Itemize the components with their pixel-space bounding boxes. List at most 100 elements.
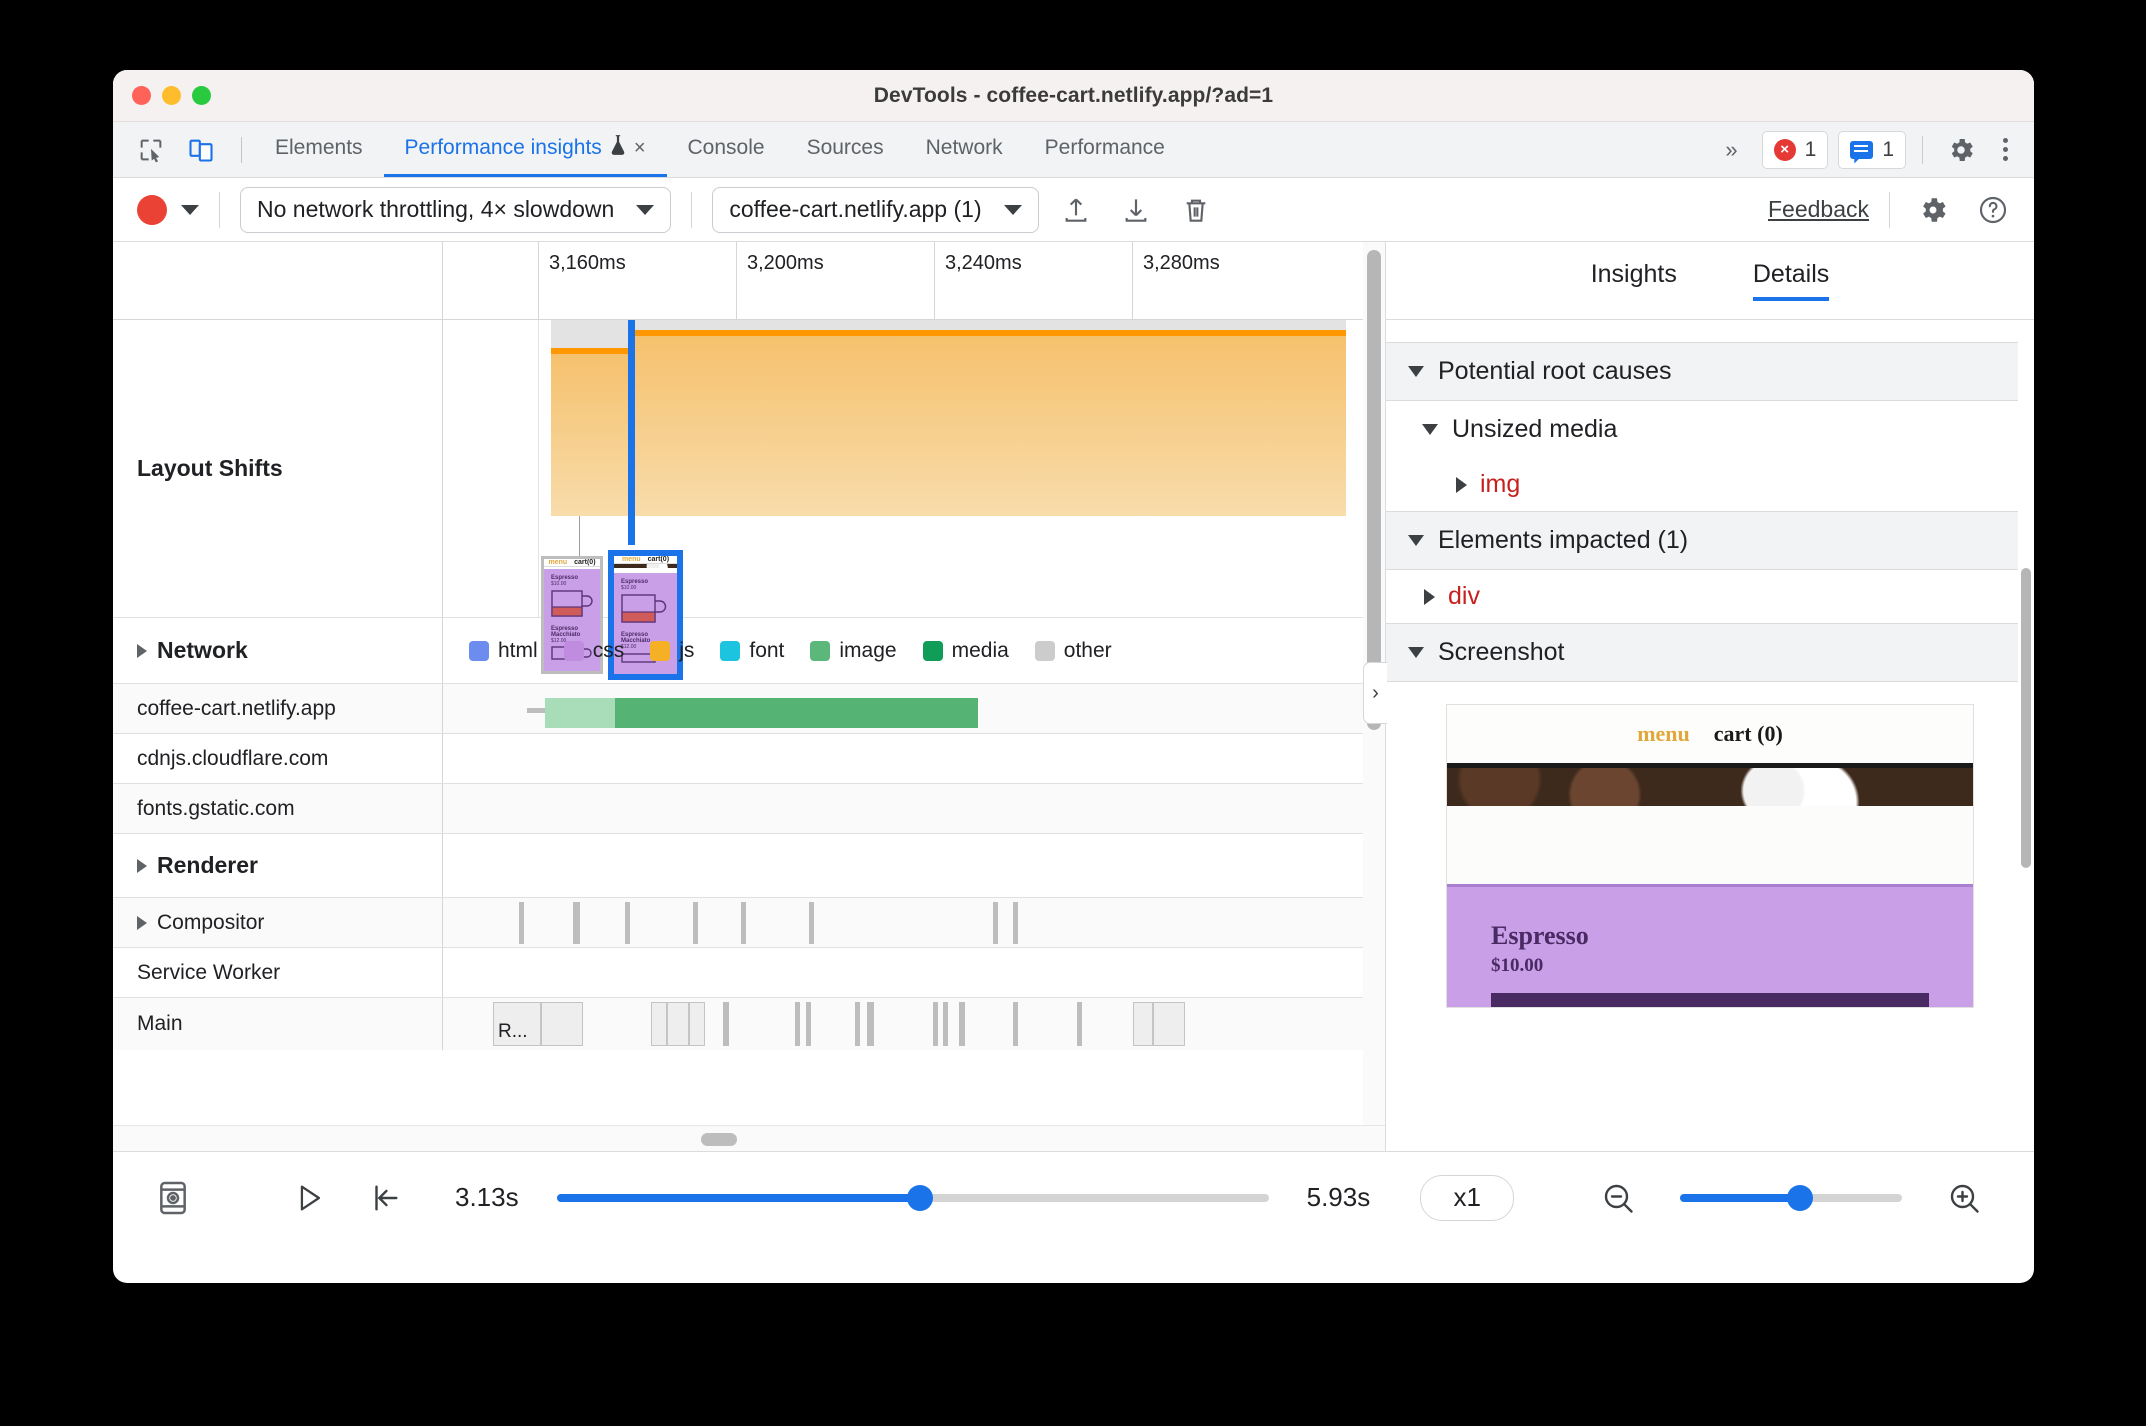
main-task-tick[interactable] (959, 1002, 965, 1046)
compositor-event[interactable] (1013, 902, 1018, 944)
collapse-sidebar-button[interactable]: › (1363, 662, 1387, 724)
timeline-horizontal-scrollbar[interactable] (113, 1125, 1385, 1151)
slider-knob[interactable] (906, 1184, 933, 1211)
main-task-tick[interactable] (855, 1002, 860, 1046)
main-task-tick[interactable] (723, 1002, 729, 1046)
main-task-tick[interactable] (867, 1002, 874, 1046)
screenshot-preview[interactable]: menu cart (0) Espresso $10.00 (1446, 704, 1974, 1008)
main-task-tick[interactable] (943, 1002, 948, 1046)
message-count-button[interactable]: 1 (1838, 130, 1906, 169)
gear-icon[interactable] (1939, 128, 1983, 172)
root-cause-node-img[interactable]: img (1386, 458, 2034, 511)
zoom-slider[interactable] (1680, 1184, 1903, 1211)
main-task-tick[interactable] (1013, 1002, 1018, 1046)
chevron-down-icon[interactable] (1408, 535, 1424, 546)
record-button[interactable] (137, 194, 167, 225)
filmstrip-icon[interactable] (147, 1172, 199, 1224)
zoom-in-icon[interactable] (1938, 1172, 1990, 1224)
impacted-node-div[interactable]: div (1386, 570, 2034, 623)
section-elements-impacted[interactable]: Elements impacted (1) (1386, 511, 2034, 570)
main-task-block[interactable] (667, 1002, 689, 1046)
compositor-event[interactable] (741, 902, 746, 944)
main-task-tick[interactable] (1077, 1002, 1082, 1046)
chevron-right-icon[interactable] (137, 858, 147, 873)
playhead-slider[interactable] (556, 1184, 1269, 1211)
layout-shift-band-2[interactable] (631, 330, 1346, 516)
chevron-right-icon[interactable] (1456, 476, 1467, 493)
scrollbar-thumb[interactable] (701, 1133, 737, 1146)
track-main[interactable]: Main R... (113, 998, 1385, 1050)
tab-performance[interactable]: Performance (1024, 122, 1186, 177)
network-request-row[interactable]: coffee-cart.netlify.app (113, 684, 1385, 734)
track-content-service-worker[interactable] (443, 948, 1385, 997)
layout-shift-selected-marker[interactable] (628, 320, 635, 545)
compositor-event[interactable] (625, 902, 630, 944)
track-content-main[interactable]: R... (443, 998, 1385, 1050)
close-tab-icon[interactable]: × (634, 137, 646, 160)
play-icon[interactable] (283, 1172, 335, 1224)
chevron-down-icon[interactable] (1422, 424, 1438, 435)
track-content-compositor[interactable] (443, 898, 1385, 947)
throttling-select[interactable]: No network throttling, 4× slowdown (240, 186, 672, 233)
track-network[interactable]: Network html css js font image media oth… (113, 618, 1385, 684)
compositor-event[interactable] (993, 902, 998, 944)
kebab-menu-icon[interactable] (1993, 138, 2018, 161)
network-request-bar-area[interactable] (443, 784, 1385, 833)
main-task-block[interactable] (689, 1002, 705, 1046)
jump-to-start-icon[interactable] (359, 1172, 411, 1224)
record-options-dropdown-icon[interactable] (181, 204, 199, 215)
main-task-tick[interactable] (806, 1002, 811, 1046)
tab-sources[interactable]: Sources (786, 122, 905, 177)
upload-icon[interactable] (1053, 187, 1099, 233)
help-icon[interactable] (1970, 187, 2016, 233)
network-request-row[interactable]: fonts.gstatic.com (113, 784, 1385, 834)
section-screenshot[interactable]: Screenshot (1386, 623, 2034, 682)
track-label-compositor[interactable]: Compositor (113, 898, 443, 947)
compositor-event[interactable] (519, 902, 524, 944)
sidebar-vertical-scrollbar[interactable] (2018, 320, 2034, 1151)
main-task-tick[interactable] (933, 1002, 938, 1046)
inspect-element-icon[interactable] (129, 128, 173, 172)
chevron-down-icon[interactable] (1408, 366, 1424, 377)
download-icon[interactable] (1113, 187, 1159, 233)
track-renderer[interactable]: Renderer (113, 834, 1385, 898)
track-label-renderer[interactable]: Renderer (113, 834, 443, 897)
main-task-block[interactable]: R... (493, 1002, 541, 1046)
chevron-right-icon[interactable] (1424, 588, 1435, 605)
scrollbar-thumb[interactable] (1367, 250, 1381, 730)
track-layout-shifts[interactable]: Layout Shifts menu cart(0) Espresso $10.… (113, 320, 1385, 680)
error-count-button[interactable]: × 1 (1761, 130, 1829, 169)
more-tabs-icon[interactable]: » (1711, 137, 1751, 163)
zoom-out-icon[interactable] (1592, 1172, 1644, 1224)
tab-network[interactable]: Network (905, 122, 1024, 177)
subsection-unsized-media[interactable]: Unsized media (1386, 401, 2034, 458)
tab-details[interactable]: Details (1752, 260, 1830, 301)
chevron-down-icon[interactable] (1408, 647, 1424, 658)
layout-shift-band-1[interactable] (551, 348, 631, 516)
tab-console[interactable]: Console (667, 122, 786, 177)
section-potential-root-causes[interactable]: Potential root causes (1386, 342, 2034, 401)
main-task-block[interactable] (1133, 1002, 1153, 1046)
device-toolbar-icon[interactable] (179, 128, 223, 172)
slider-knob[interactable] (1787, 1184, 1814, 1211)
tab-performance-insights[interactable]: Performance insights × (383, 122, 667, 177)
track-content-layout-shifts[interactable]: menu cart(0) Espresso $10.00 Espresso Ma… (443, 320, 1385, 680)
main-task-block[interactable] (541, 1002, 583, 1046)
trash-icon[interactable] (1173, 187, 1219, 233)
network-request-row[interactable]: cdnjs.cloudflare.com (113, 734, 1385, 784)
main-task-tick[interactable] (795, 1002, 800, 1046)
tab-insights[interactable]: Insights (1591, 260, 1677, 301)
track-service-worker[interactable]: Service Worker (113, 948, 1385, 998)
playback-rate-button[interactable]: x1 (1420, 1174, 1515, 1221)
network-request-bar-area[interactable] (443, 734, 1385, 783)
compositor-event[interactable] (573, 902, 580, 944)
track-compositor[interactable]: Compositor (113, 898, 1385, 948)
feedback-link[interactable]: Feedback (1768, 196, 1869, 223)
main-task-block[interactable] (1153, 1002, 1185, 1046)
scrollbar-thumb[interactable] (2021, 568, 2031, 868)
compositor-event[interactable] (693, 902, 698, 944)
main-task-block[interactable] (651, 1002, 667, 1046)
network-request-bar-area[interactable] (443, 684, 1385, 733)
settings-gear-icon[interactable] (1910, 187, 1956, 233)
tab-elements[interactable]: Elements (254, 122, 384, 177)
